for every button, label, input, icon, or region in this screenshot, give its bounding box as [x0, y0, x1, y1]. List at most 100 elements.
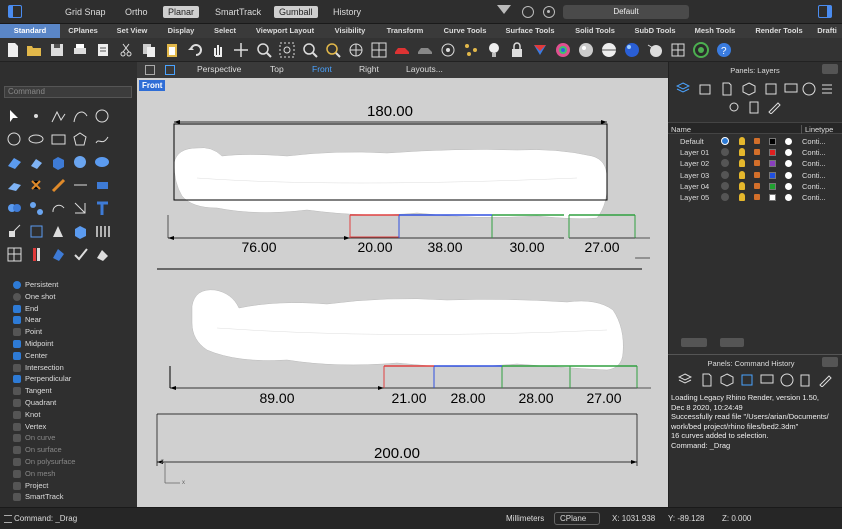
checkbox[interactable] — [13, 340, 21, 348]
tab-drafting[interactable]: Drafti — [812, 24, 842, 38]
cut-icon[interactable] — [117, 41, 135, 59]
document-icon-2[interactable] — [700, 373, 714, 387]
material-sphere-icon[interactable] — [577, 41, 595, 59]
layer-material-icon[interactable] — [785, 171, 792, 179]
layer-color-swatch[interactable] — [769, 171, 776, 179]
join-icon[interactable] — [94, 177, 111, 194]
make-current-icon[interactable] — [721, 148, 729, 157]
bottom-segment-dimensions[interactable]: 89.00 21.00 28.00 28.00 27.00 — [169, 365, 651, 406]
zoom-extents-icon[interactable] — [301, 41, 319, 59]
rotate-view-icon[interactable] — [232, 41, 250, 59]
fillet-icon[interactable] — [6, 177, 23, 194]
undo-icon[interactable] — [186, 41, 204, 59]
layer-row[interactable]: Default Conti... — [668, 136, 842, 147]
cube-icon[interactable] — [742, 82, 756, 96]
current-layer-icon[interactable] — [721, 137, 729, 145]
layer-material-icon[interactable] — [785, 194, 792, 201]
save-icon[interactable] — [48, 41, 66, 59]
layer-linetype[interactable]: Conti... — [802, 159, 826, 168]
single-view-icon[interactable] — [165, 65, 175, 75]
layers-icon[interactable] — [676, 82, 690, 96]
lock-toggle-icon[interactable] — [754, 149, 760, 156]
layer-color-swatch[interactable] — [769, 160, 776, 168]
globe-green-icon[interactable] — [692, 41, 710, 59]
layer-color-swatch[interactable] — [769, 194, 776, 201]
toggle-planar[interactable]: Planar — [163, 6, 200, 18]
list-icon[interactable] — [820, 82, 834, 96]
checkbox[interactable] — [13, 328, 21, 337]
tab-select[interactable]: Select — [204, 24, 246, 38]
sidebar-toggle-icon[interactable] — [8, 5, 22, 18]
display-icon[interactable] — [784, 82, 798, 96]
toggle-history[interactable]: History — [328, 6, 366, 18]
layer-material-icon[interactable] — [785, 160, 792, 168]
layer-row[interactable]: Layer 05 Conti... — [668, 192, 842, 203]
open-file-icon[interactable] — [25, 41, 43, 59]
panel-options-icon[interactable] — [822, 64, 838, 74]
text-icon[interactable] — [94, 200, 111, 217]
points-icon[interactable] — [462, 41, 480, 59]
ellipse-icon[interactable] — [28, 131, 45, 148]
reclining-figure-bottom[interactable] — [191, 289, 624, 371]
rectangle-icon[interactable] — [50, 131, 67, 148]
cplane-selector[interactable]: CPlane — [554, 512, 600, 525]
tab-render-tools[interactable]: Render Tools — [746, 24, 812, 38]
layer-material-icon[interactable] — [785, 138, 792, 145]
visibility-bulb-icon[interactable] — [739, 193, 745, 201]
explode-icon[interactable] — [28, 177, 45, 194]
properties-icon[interactable] — [94, 41, 112, 59]
four-view-icon[interactable] — [347, 41, 365, 59]
layer-material-icon[interactable] — [785, 149, 792, 157]
checkbox[interactable] — [13, 493, 21, 502]
move-icon[interactable] — [72, 200, 89, 217]
box-icon[interactable] — [50, 154, 67, 171]
visibility-bulb-icon[interactable] — [739, 170, 745, 179]
split-icon[interactable] — [72, 177, 89, 194]
lock-toggle-icon[interactable] — [754, 160, 760, 167]
toggle-grid-snap[interactable]: Grid Snap — [60, 6, 111, 18]
tab-right[interactable]: Right — [359, 64, 379, 74]
grid-options-icon[interactable] — [669, 41, 687, 59]
point-icon[interactable] — [28, 108, 45, 125]
layer-linetype[interactable]: Conti... — [802, 182, 826, 191]
tab-mesh-tools[interactable]: Mesh Tools — [684, 24, 746, 38]
clipboard-icon-2[interactable] — [798, 373, 812, 387]
checkbox[interactable] — [13, 469, 21, 478]
col-linetype[interactable]: Linetype — [801, 125, 833, 134]
checkbox[interactable] — [13, 446, 21, 455]
command-history-icon[interactable] — [740, 373, 754, 387]
toggle-ortho[interactable]: Ortho — [120, 6, 153, 18]
help-circle-icon[interactable] — [802, 82, 816, 96]
visibility-bulb-icon[interactable] — [739, 148, 745, 157]
scale-icon[interactable] — [6, 223, 23, 240]
box-outline-icon[interactable] — [764, 82, 778, 96]
car-shaded-icon[interactable] — [416, 41, 434, 59]
freeform-icon[interactable] — [94, 131, 111, 148]
top-segment-dimensions[interactable]: 76.00 20.00 38.00 30.00 27.00 — [157, 214, 650, 270]
extrude-icon[interactable] — [28, 154, 45, 171]
layer-icon[interactable] — [531, 41, 549, 59]
tab-set-view[interactable]: Set View — [106, 24, 158, 38]
new-file-icon[interactable] — [4, 41, 22, 59]
layer-color-swatch[interactable] — [769, 149, 776, 157]
radio-button[interactable] — [13, 292, 21, 301]
toggle-gumball[interactable]: Gumball — [274, 6, 318, 18]
layers-icon-2[interactable] — [678, 373, 692, 387]
document-icon[interactable] — [720, 82, 734, 96]
zoom-selected-icon[interactable] — [324, 41, 342, 59]
paste-icon[interactable] — [163, 41, 181, 59]
layer-linetype[interactable]: Conti... — [802, 137, 826, 146]
analyze-icon[interactable] — [72, 223, 89, 240]
layer-material-icon[interactable] — [785, 182, 792, 190]
render-sphere-icon[interactable] — [600, 41, 618, 59]
color-bar-icon[interactable] — [28, 246, 45, 263]
layer-color-swatch[interactable] — [769, 138, 776, 145]
checkbox[interactable] — [13, 399, 21, 407]
make-current-icon[interactable] — [721, 193, 729, 201]
toggle-smarttrack[interactable]: SmartTrack — [210, 6, 266, 18]
color-wheel-icon[interactable] — [554, 41, 572, 59]
pan-icon[interactable] — [209, 41, 227, 59]
tab-cplanes[interactable]: CPlanes — [60, 24, 106, 38]
lock-toggle-icon[interactable] — [754, 171, 760, 178]
lock-toggle-icon[interactable] — [754, 138, 760, 144]
